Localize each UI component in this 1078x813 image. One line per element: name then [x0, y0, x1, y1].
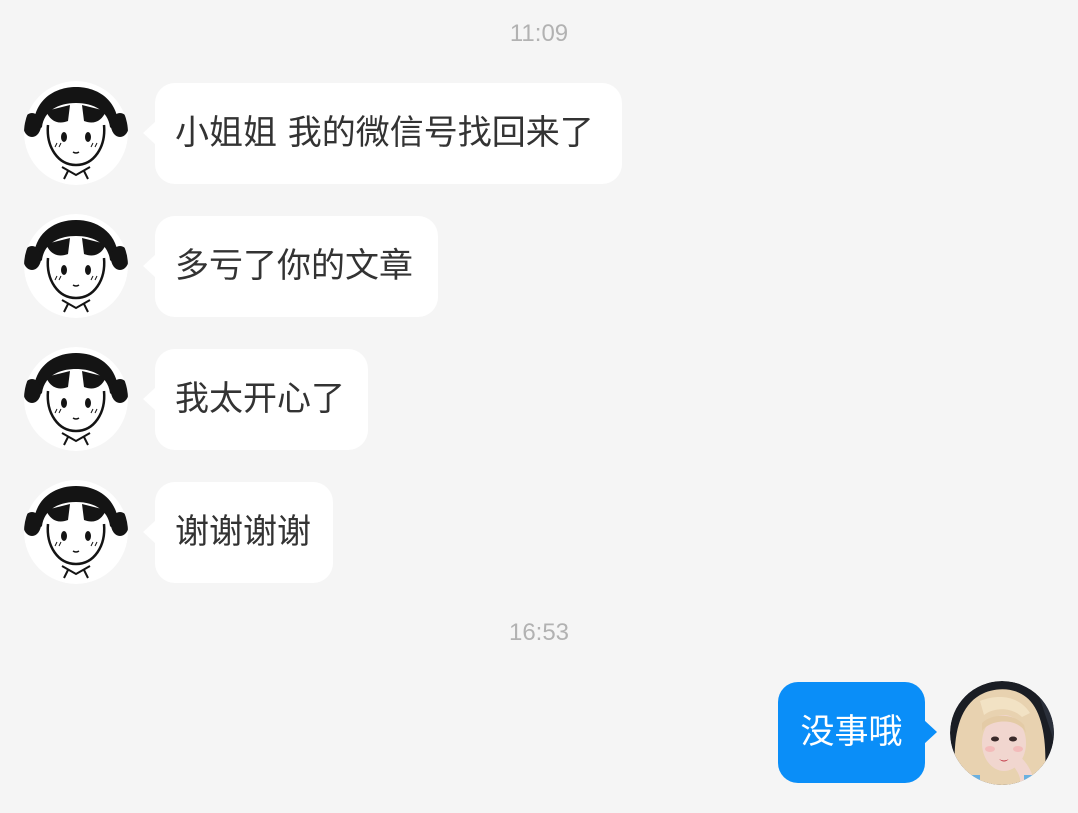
cartoon-girl-avatar-icon	[24, 214, 128, 318]
timestamp: 16:53	[508, 619, 570, 646]
message-text: 多亏了你的文章	[175, 246, 413, 286]
message-text: 我太开心了	[175, 379, 345, 419]
message-text: 小姐姐 我的微信号找回来了	[175, 113, 594, 153]
message-bubble-incoming[interactable]: 多亏了你的文章	[143, 216, 438, 317]
cartoon-girl-avatar-icon	[24, 81, 128, 185]
message-text: 谢谢谢谢	[175, 512, 311, 552]
bubble-tail	[924, 720, 937, 744]
bubble-tail	[143, 520, 156, 544]
cartoon-girl-avatar-icon	[24, 480, 128, 584]
bubble-tail	[143, 254, 156, 278]
contact-avatar[interactable]	[24, 480, 128, 584]
user-photo-avatar-icon	[950, 681, 1054, 785]
bubble-tail	[143, 121, 156, 145]
contact-avatar[interactable]	[24, 81, 128, 185]
message-bubble-outgoing[interactable]: 没事哦	[778, 682, 937, 783]
contact-avatar[interactable]	[24, 214, 128, 318]
contact-avatar[interactable]	[24, 347, 128, 451]
cartoon-girl-avatar-icon	[24, 347, 128, 451]
message-text: 没事哦	[800, 712, 903, 752]
message-bubble-incoming[interactable]: 我太开心了	[143, 349, 368, 450]
message-bubble-incoming[interactable]: 谢谢谢谢	[143, 482, 333, 583]
timestamp: 11:09	[509, 20, 569, 47]
message-bubble-incoming[interactable]: 小姐姐 我的微信号找回来了	[143, 83, 622, 184]
bubble-tail	[143, 387, 156, 411]
user-avatar[interactable]	[950, 681, 1054, 785]
